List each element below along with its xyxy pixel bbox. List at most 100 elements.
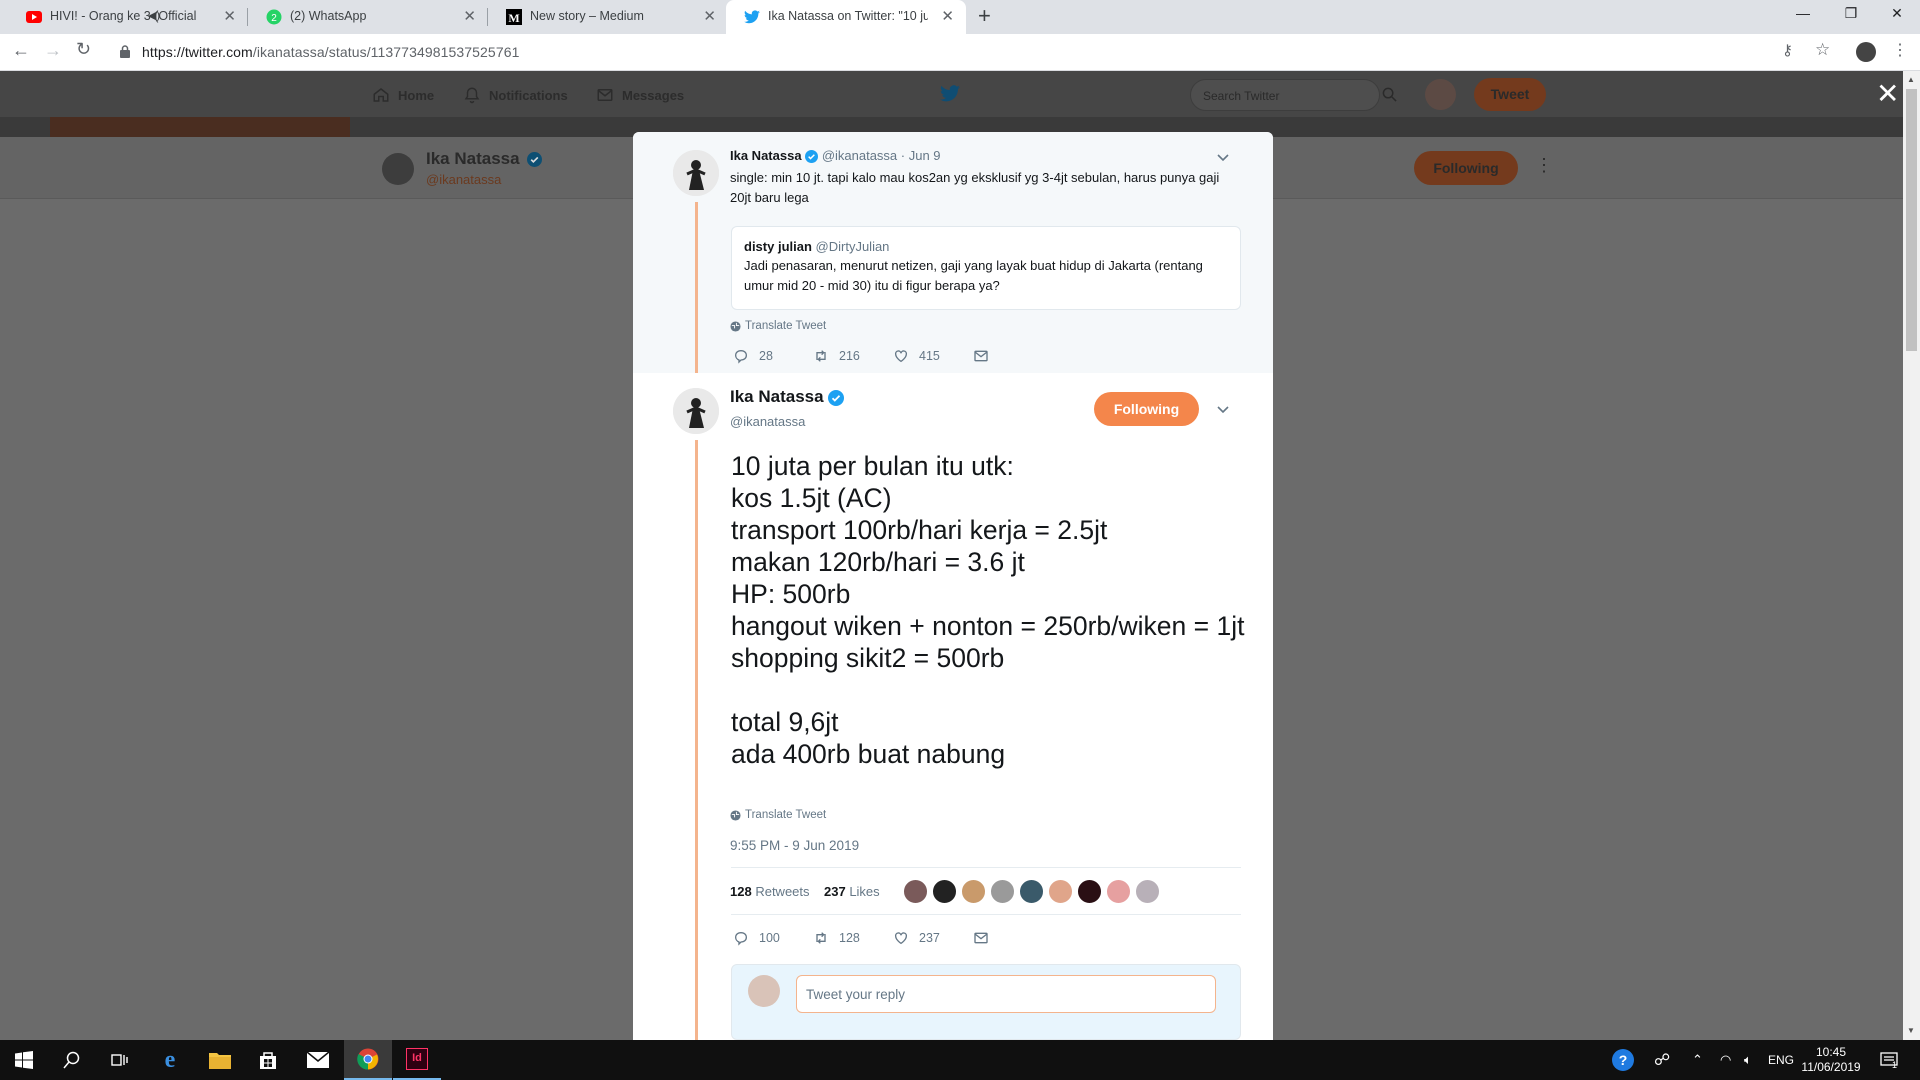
chrome-icon: [357, 1048, 379, 1070]
close-tab-icon[interactable]: ✕: [941, 7, 954, 25]
liker-avatar[interactable]: [932, 879, 957, 904]
main-tweet-author[interactable]: Ika Natassa: [730, 387, 845, 407]
help-icon[interactable]: ?: [1612, 1040, 1634, 1080]
liker-avatar[interactable]: [903, 879, 928, 904]
speaker-icon[interactable]: ◀): [148, 9, 160, 22]
parent-tweet-avatar[interactable]: [673, 150, 719, 196]
mail-button[interactable]: [294, 1040, 342, 1080]
liker-avatar[interactable]: [1077, 879, 1102, 904]
profile-avatar[interactable]: [1856, 42, 1876, 62]
back-icon[interactable]: ←: [12, 40, 30, 61]
tab-title: New story – Medium: [530, 9, 644, 23]
main-tweet-avatar[interactable]: [673, 388, 719, 434]
key-icon[interactable]: ⚷: [1782, 41, 1793, 59]
profile-more-icon[interactable]: ⋮: [1535, 155, 1553, 176]
start-button[interactable]: [0, 1040, 48, 1080]
profile-handle[interactable]: @ikanatassa: [426, 172, 501, 187]
clock[interactable]: 10:45 11/06/2019: [1801, 1040, 1860, 1080]
search-input[interactable]: Search Twitter: [1190, 79, 1380, 111]
new-tab-button[interactable]: +: [978, 4, 991, 28]
main-translate-link[interactable]: Translate Tweet: [730, 809, 826, 821]
scrollbar-thumb[interactable]: [1906, 89, 1917, 351]
close-tab-icon[interactable]: ✕: [463, 7, 476, 25]
like-stat[interactable]: 237 Likes: [824, 884, 880, 899]
nav-messages[interactable]: Messages: [596, 86, 684, 104]
liker-avatar[interactable]: [1048, 879, 1073, 904]
chevron-down-icon[interactable]: [1217, 154, 1229, 162]
browser-tab-medium[interactable]: M New story – Medium ✕: [488, 0, 728, 34]
liker-avatar[interactable]: [1135, 879, 1160, 904]
parent-author-handle[interactable]: @ikanatassa: [822, 148, 897, 163]
parent-translate-link[interactable]: Translate Tweet: [730, 320, 826, 332]
parent-retweet-action[interactable]: 216: [813, 348, 860, 364]
scroll-down-icon[interactable]: ▼: [1907, 1026, 1915, 1035]
restore-button[interactable]: ❐: [1828, 5, 1874, 22]
parent-tweet[interactable]: Ika Natassa @ikanatassa · Jun 9 single: …: [633, 132, 1273, 373]
search-icon[interactable]: [1382, 87, 1397, 102]
close-modal-icon[interactable]: ✕: [1876, 80, 1899, 108]
parent-author-name[interactable]: Ika Natassa: [730, 148, 802, 163]
main-dm-action[interactable]: [973, 930, 989, 946]
browser-tab-whatsapp[interactable]: 2 (2) WhatsApp ✕: [248, 0, 488, 34]
user-avatar[interactable]: [1425, 79, 1456, 110]
main-retweet-action[interactable]: 128: [813, 930, 860, 946]
parent-tweet-date[interactable]: · Jun 9: [901, 148, 941, 163]
reply-input[interactable]: Tweet your reply: [796, 975, 1216, 1013]
browser-tab-twitter[interactable]: Ika Natassa on Twitter: "10 juta p ✕: [726, 0, 966, 34]
main-author-handle[interactable]: @ikanatassa: [730, 414, 805, 429]
profile-avatar-small[interactable]: [382, 153, 414, 185]
compose-tweet-button[interactable]: Tweet: [1474, 78, 1546, 111]
parent-reply-action[interactable]: 28: [733, 348, 773, 364]
liker-avatar[interactable]: [1019, 879, 1044, 904]
envelope-icon: [974, 350, 988, 362]
close-window-button[interactable]: ✕: [1874, 5, 1920, 22]
reply-placeholder: Tweet your reply: [806, 987, 906, 1002]
url-text[interactable]: https://twitter.com/ikanatassa/status/11…: [142, 44, 519, 60]
chrome-taskbar-button[interactable]: [344, 1040, 392, 1080]
indesign-taskbar-button[interactable]: Id: [393, 1040, 441, 1080]
quoted-tweet[interactable]: disty julian @DirtyJulian Jadi penasaran…: [731, 226, 1241, 310]
task-view-button[interactable]: [96, 1040, 144, 1080]
edge-icon[interactable]: e: [146, 1040, 194, 1080]
main-reply-action[interactable]: 100: [733, 930, 780, 946]
chevron-down-icon[interactable]: [1217, 406, 1229, 414]
language-indicator[interactable]: ENG: [1768, 1040, 1794, 1080]
nav-messages-label: Messages: [622, 87, 685, 103]
scroll-up-icon[interactable]: ▲: [1907, 75, 1915, 84]
profile-name[interactable]: Ika Natassa: [426, 149, 520, 169]
following-button[interactable]: Following: [1094, 392, 1199, 426]
retweet-stat-label: Retweets: [755, 884, 810, 899]
nav-home[interactable]: Home: [372, 86, 434, 104]
retweet-stat[interactable]: 128 Retweets: [730, 884, 810, 899]
close-tab-icon[interactable]: ✕: [223, 7, 236, 25]
page-scrollbar[interactable]: ▲ ▼: [1903, 71, 1920, 1040]
people-icon[interactable]: ☍: [1654, 1040, 1670, 1080]
minimize-button[interactable]: —: [1780, 5, 1826, 21]
forward-icon[interactable]: →: [44, 40, 62, 61]
browser-tab-youtube[interactable]: HIVI! - Orang ke 3 (Official M ◀) ✕: [8, 0, 248, 34]
nav-notifications[interactable]: Notifications: [463, 86, 568, 104]
main-like-action[interactable]: 237: [893, 930, 940, 946]
parent-dm-action[interactable]: [973, 348, 989, 364]
store-button[interactable]: [244, 1040, 292, 1080]
main-author-name[interactable]: Ika Natassa: [730, 387, 824, 406]
show-hidden-icons-icon[interactable]: ⌃: [1692, 1040, 1703, 1080]
liker-avatar[interactable]: [1106, 879, 1131, 904]
parent-like-action[interactable]: 415: [893, 348, 940, 364]
youtube-icon: [26, 11, 42, 23]
search-button[interactable]: [48, 1040, 96, 1080]
tweet-timestamp[interactable]: 9:55 PM - 9 Jun 2019: [730, 838, 859, 853]
profile-following-button[interactable]: Following: [1414, 151, 1518, 185]
file-explorer-button[interactable]: [196, 1040, 244, 1080]
twitter-logo-icon[interactable]: [940, 85, 960, 102]
windows-taskbar: e Id ? ☍ ⌃ ◠ 🔈︎ ENG 10:45 11/06/2019 1: [0, 1040, 1920, 1080]
menu-icon[interactable]: ⋮: [1892, 40, 1908, 60]
close-tab-icon[interactable]: ✕: [703, 7, 716, 25]
liker-avatar[interactable]: [990, 879, 1015, 904]
volume-icon[interactable]: 🔈︎: [1744, 1040, 1752, 1080]
action-center-button[interactable]: 1: [1880, 1040, 1898, 1080]
reload-icon[interactable]: ↻: [76, 39, 91, 60]
wifi-icon[interactable]: ◠: [1720, 1040, 1731, 1080]
liker-avatar[interactable]: [961, 879, 986, 904]
star-icon[interactable]: ☆: [1815, 40, 1830, 60]
